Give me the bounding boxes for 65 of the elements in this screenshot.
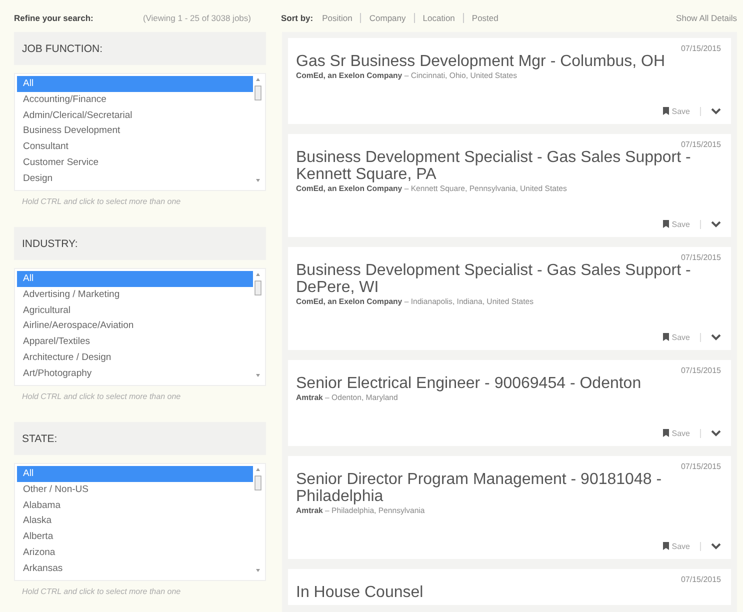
listbox-option[interactable]: Design [17,170,253,187]
listbox-option[interactable]: Airline/Aerospace/Aviation [17,318,253,334]
results-count: (Viewing 1 - 25 of 3038 jobs) [142,13,251,23]
listbox-option[interactable]: Alabama [17,498,253,514]
save-button[interactable]: Save [662,542,701,550]
filter-hint: Hold CTRL and click to select more than one [21,196,182,208]
sort-link[interactable]: Company [360,13,414,23]
listbox-option[interactable]: Accounting/Finance [17,92,253,108]
sort-label: Sort by: [281,13,314,23]
posted-date: 07/15/2015 [680,253,721,262]
filter-hint: Hold CTRL and click to select more than one [21,586,182,598]
filter-listbox[interactable]: All Accounting/Finance Admin/Clerical/Secretarial Business Development Consultant Customer Service Design [14,73,266,191]
filter-listbox[interactable]: All Other / Non-US Alabama Alaska Alberta Arizona Arkansas [14,463,266,581]
listbox-option[interactable]: All [17,466,253,482]
listbox-option[interactable]: Advertising / Marketing [17,286,253,303]
sort-link[interactable]: Posted [462,13,506,23]
listbox-option[interactable]: Alberta [17,529,253,545]
listbox-option[interactable]: All [17,76,253,92]
filter-heading: JOB FUNCTION: [14,32,266,65]
bookmark-icon [662,220,669,228]
listbox-option[interactable]: Admin/Clerical/Secretarial [17,108,253,124]
posted-date: 07/15/2015 [680,366,721,375]
listbox-option[interactable]: Art/Photography [17,366,253,382]
sort-link[interactable]: Position [314,13,360,23]
posted-date: 07/15/2015 [680,140,721,149]
refine-label: Refine your search: [14,13,94,23]
listbox-option[interactable]: Alaska [17,513,253,530]
save-button[interactable]: Save [662,428,701,438]
job-title[interactable]: Business Development Specialist - Gas Sales Support - Kennett Square, PA [296,149,721,183]
listbox-option[interactable]: Consultant [17,139,253,155]
filter-heading: INDUSTRY: [14,227,266,260]
listbox-option[interactable]: Agricultural [17,302,253,318]
listbox-option[interactable]: All [17,271,253,287]
save-button[interactable]: Save [662,332,701,342]
filter-hint: Hold CTRL and click to select more than one [21,391,182,403]
listbox-option[interactable]: Customer Service [17,154,253,171]
listbox-option[interactable]: Arizona [17,544,253,561]
listbox-option[interactable]: Apparel/Textiles [17,334,253,350]
chevron-down-icon [711,220,721,228]
listbox-option[interactable]: Other / Non-US [17,482,253,498]
bookmark-icon [662,429,669,437]
listbox-option[interactable]: Architecture / Design [17,350,253,366]
posted-date: 07/15/2015 [680,575,721,584]
show-all-details-link[interactable]: Show All Details [676,13,737,23]
job-title[interactable]: Senior Electrical Engineer - 90069454 - Odenton [296,375,721,392]
job-title[interactable]: Business Development Specialist - Gas Sales Support - DePere, WI [296,262,721,296]
filter-heading: STATE: [14,422,266,455]
job-title[interactable]: Senior Director Program Management - 90181048 - Philadelphia [296,471,721,505]
sort-link[interactable]: Location [414,13,463,23]
bookmark-icon [662,333,669,341]
job-title[interactable]: Gas Sr Business Development Mgr - Columbus, OH [296,53,721,70]
save-button[interactable]: Save [662,220,701,228]
chevron-down-icon [711,334,721,340]
save-button[interactable]: Save [662,106,701,116]
job-title[interactable]: In House Counsel [296,584,721,601]
listbox-option[interactable]: Arkansas [17,560,253,577]
filter-listbox[interactable]: All Advertising / Marketing Agricultural Airline/Aerospace/Aviation Apparel/Textiles Architecture / Design Art/Photography [14,268,266,386]
chevron-down-icon [711,108,721,114]
chevron-down-icon [711,542,721,550]
chevron-down-icon [711,430,721,436]
posted-date: 07/15/2015 [680,44,721,53]
bookmark-icon [662,107,669,115]
bookmark-icon [662,542,669,550]
posted-date: 07/15/2015 [680,462,721,471]
listbox-option[interactable]: Business Development [17,123,253,140]
